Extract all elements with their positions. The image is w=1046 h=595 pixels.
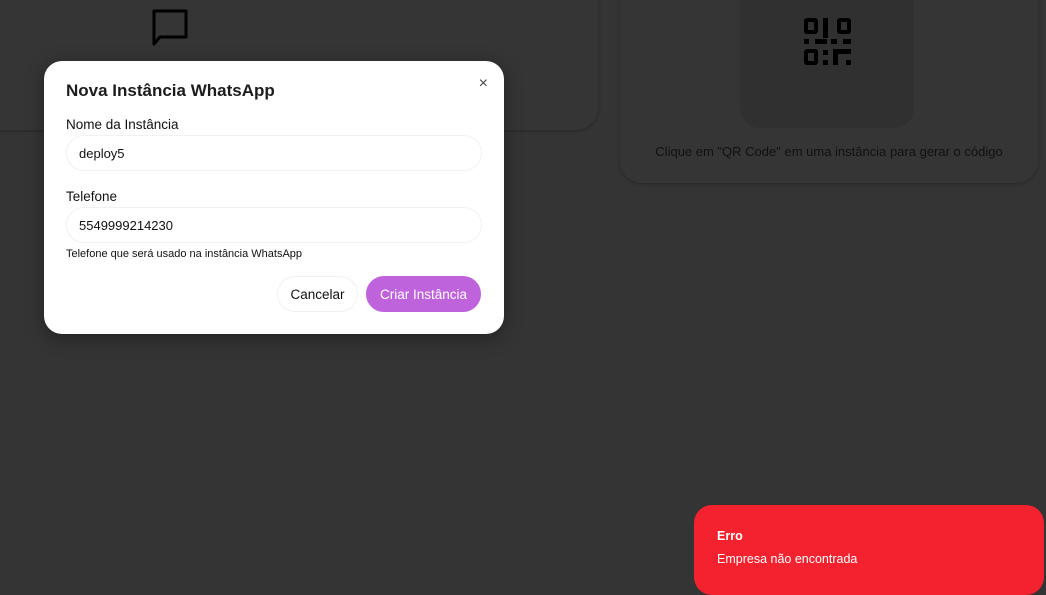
instance-name-label: Nome da Instância bbox=[66, 117, 179, 132]
message-icon bbox=[152, 9, 188, 46]
create-instance-button[interactable]: Criar Instância bbox=[366, 276, 481, 312]
instance-name-input[interactable] bbox=[66, 135, 482, 171]
new-instance-dialog: Nova Instância WhatsApp × Nome da Instân… bbox=[44, 61, 504, 334]
phone-label: Telefone bbox=[66, 189, 118, 204]
close-icon[interactable]: × bbox=[479, 75, 488, 93]
toast-message: Empresa não encontrada bbox=[717, 552, 858, 566]
qr-hint-text: Clique em "QR Code" em uma instância par… bbox=[655, 144, 1003, 159]
dialog-title: Nova Instância WhatsApp bbox=[66, 81, 275, 100]
toast-title: Erro bbox=[717, 529, 743, 543]
cancel-button[interactable]: Cancelar bbox=[277, 276, 358, 312]
phone-hint: Telefone que será usado na instância Wha… bbox=[66, 248, 303, 260]
qr-code-icon bbox=[804, 18, 851, 65]
error-toast[interactable]: Erro Empresa não encontrada bbox=[694, 505, 1044, 595]
phone-input[interactable] bbox=[66, 207, 482, 243]
